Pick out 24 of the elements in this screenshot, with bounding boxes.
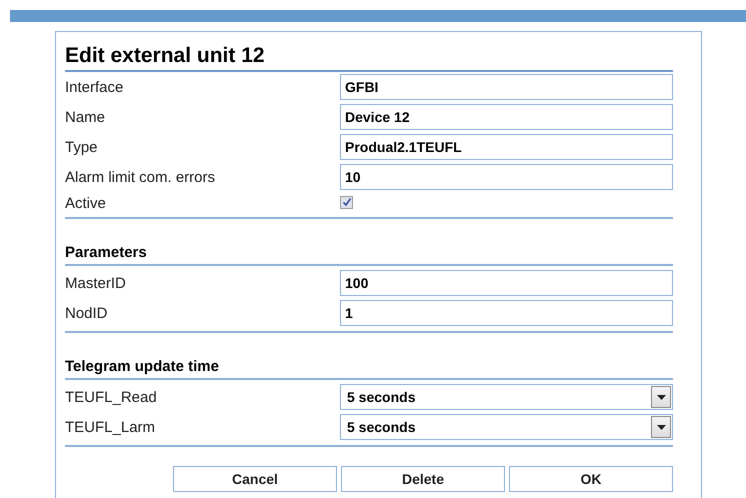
dialog-button[interactable]: Cancel — [173, 466, 337, 492]
dialog-button[interactable]: OK — [509, 466, 673, 492]
input-field[interactable]: Device 12 — [340, 104, 673, 130]
dialog-title: Edit external unit 12 — [65, 42, 673, 72]
field-label: MasterID — [65, 274, 127, 292]
field-label: NodID — [65, 304, 109, 322]
active-checkbox[interactable] — [340, 196, 353, 208]
dropdown-field[interactable]: 5 seconds — [340, 414, 673, 440]
field-label: Alarm limit com. errors — [65, 168, 216, 186]
input-field[interactable]: Produal2.1TEUFL — [340, 134, 673, 160]
field-label: Name — [65, 108, 106, 126]
input-field[interactable]: 100 — [340, 270, 673, 296]
input-field[interactable]: GFBI — [340, 74, 673, 100]
field-label: Interface — [65, 78, 124, 96]
section-heading: Telegram update time — [65, 357, 673, 380]
field-label: TEUFL_Larm — [65, 418, 156, 436]
input-field[interactable]: 1 — [340, 300, 673, 326]
field-label: Type — [65, 138, 99, 156]
field-label: TEUFL_Read — [65, 388, 158, 406]
dialog-button[interactable]: Delete — [341, 466, 505, 492]
field-label: Active — [65, 194, 107, 212]
dropdown-field[interactable]: 5 seconds — [340, 384, 673, 410]
input-field[interactable]: 10 — [340, 164, 673, 190]
section-heading: Parameters — [65, 243, 673, 266]
